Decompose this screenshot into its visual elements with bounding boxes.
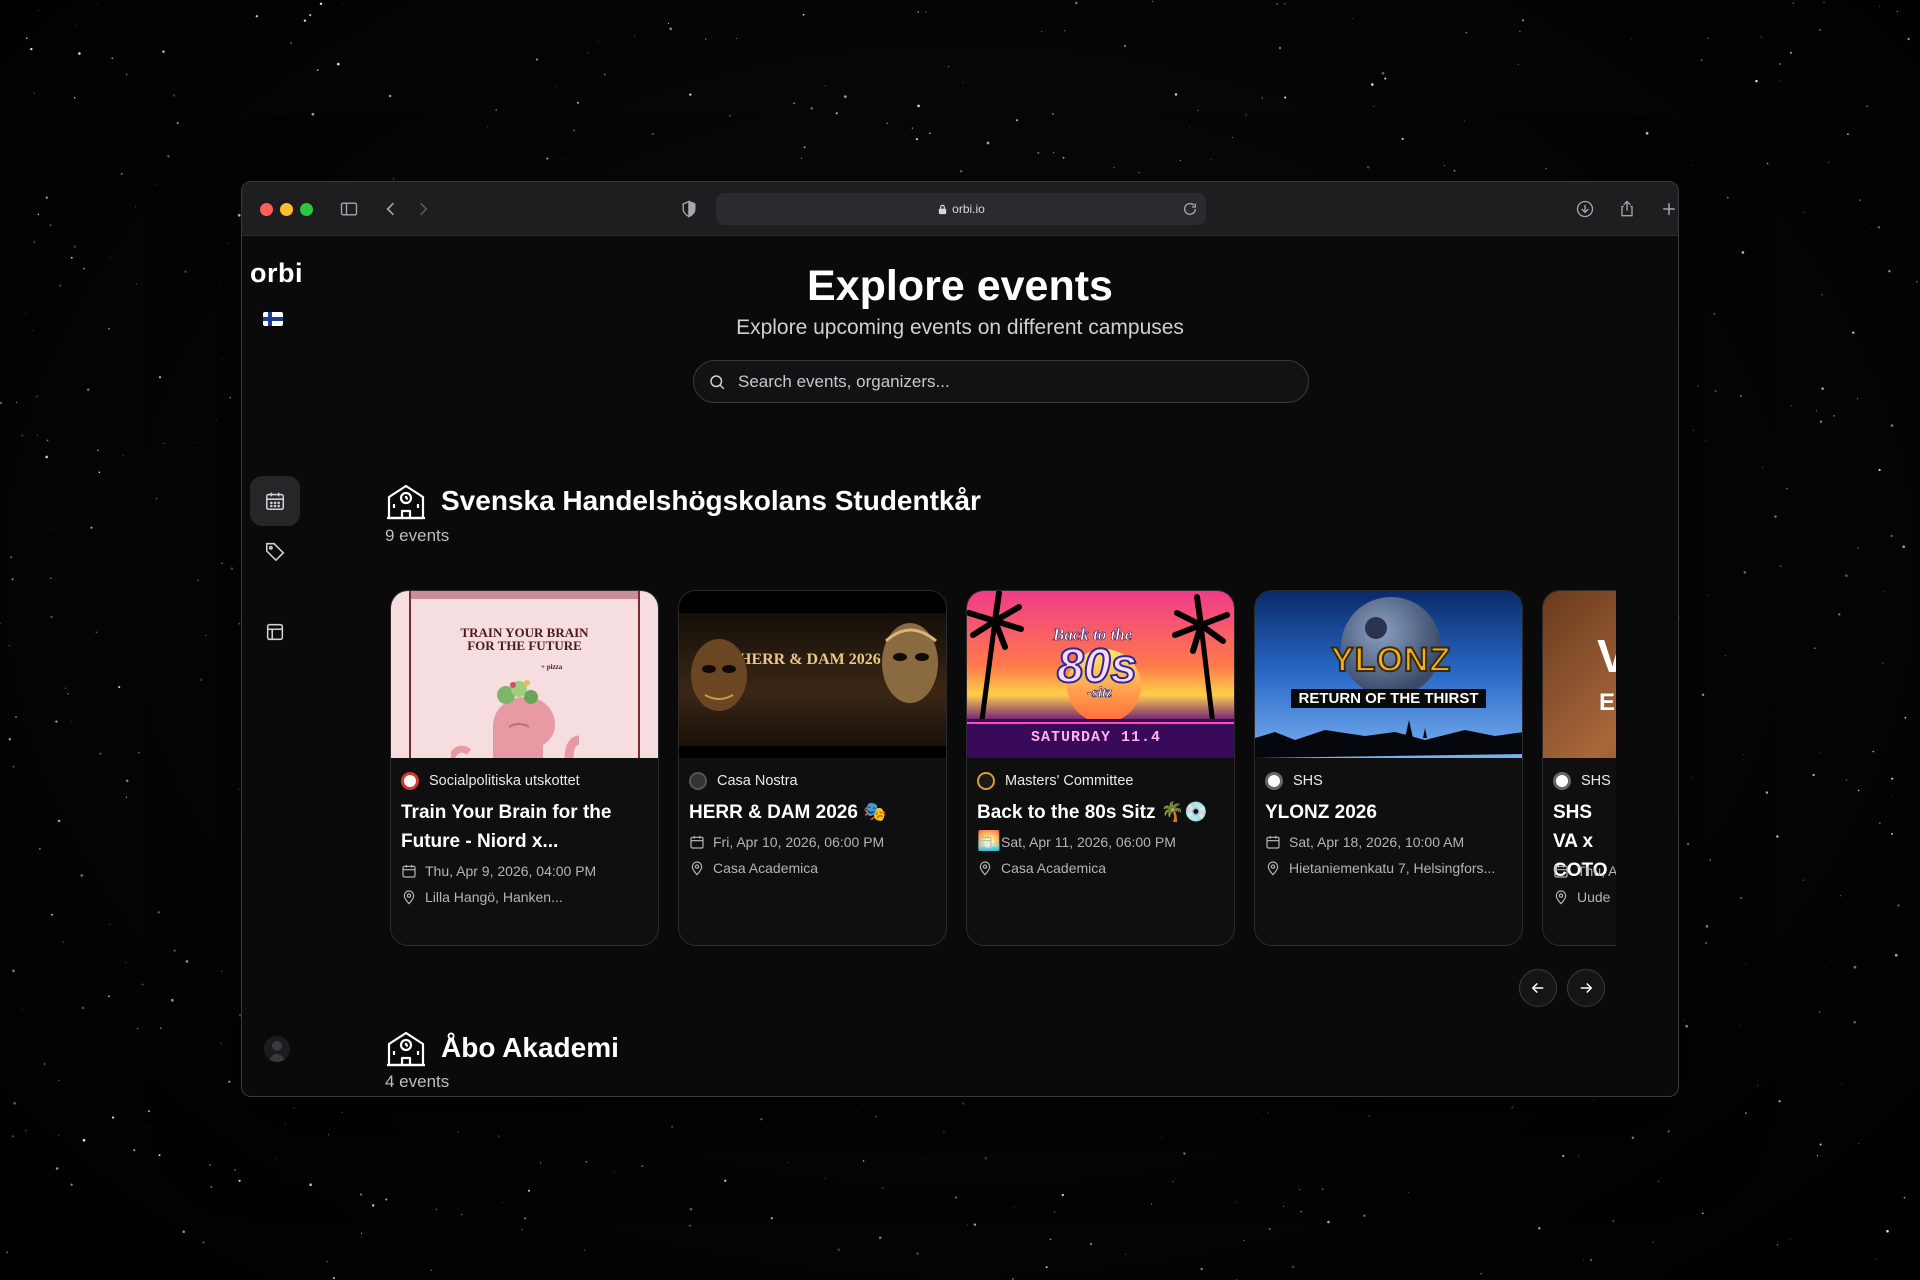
- organizer-name: Socialpolitiska utskottet: [429, 773, 580, 789]
- organizer: Masters' Committee: [977, 772, 1133, 790]
- event-card[interactable]: HERR & DAM 2026 Casa Nostra HERR & DAM 2…: [678, 590, 947, 946]
- search-input[interactable]: [738, 371, 1278, 392]
- image-headline-2: FOR THE FUTURE: [467, 638, 582, 653]
- image-headline: YLONZ: [1330, 640, 1452, 680]
- event-image: Back to the 80s -sitz SATURDAY 11.4: [967, 591, 1234, 758]
- image-tagline: + pizza: [541, 663, 563, 671]
- tag-icon: [265, 542, 285, 562]
- campus-section-header: Svenska Handelshögskolans Studentkår: [385, 480, 981, 522]
- carousel-next-button[interactable]: [1567, 969, 1605, 1007]
- arrow-right-icon: [1580, 982, 1593, 994]
- event-card[interactable]: V E SHS SHS VA x COTO Thu, A Uude: [1542, 590, 1616, 946]
- url-text: orbi.io: [952, 202, 985, 216]
- calendar-icon: [978, 836, 992, 849]
- campus-section-header: Åbo Akademi: [385, 1027, 619, 1069]
- search-icon: [710, 374, 725, 389]
- event-location: Casa Academica: [689, 860, 818, 876]
- event-count: 9 events: [385, 526, 450, 545]
- minimize-window-button[interactable]: [280, 203, 293, 216]
- organizer-name: Masters' Committee: [1005, 773, 1134, 789]
- event-date: Sat, Apr 11, 2026, 06:00 PM: [977, 834, 1176, 850]
- page-content: orbi Explore events Explore upcoming eve…: [242, 236, 1678, 1096]
- event-title: YLONZ 2026: [1265, 802, 1377, 823]
- event-date: Fri, Apr 10, 2026, 06:00 PM: [689, 834, 884, 850]
- event-location: Hietaniemenkatu 7, Helsingfors...: [1265, 860, 1495, 876]
- calendar-icon: [1266, 836, 1280, 849]
- page-title: Explore events: [807, 262, 1113, 310]
- new-tab-icon[interactable]: [1656, 196, 1678, 222]
- lock-icon: [938, 204, 947, 214]
- image-tagline: RETURN OF THE THIRST: [1291, 689, 1486, 708]
- location-pin-icon: [1267, 861, 1279, 876]
- calendar-icon: [1554, 865, 1568, 878]
- organizer: Socialpolitiska utskottet: [401, 772, 580, 790]
- event-card[interactable]: Back to the 80s -sitz SATURDAY 11.4 Mast…: [966, 590, 1235, 946]
- location-pin-icon: [691, 861, 703, 876]
- downloads-icon[interactable]: [1572, 196, 1598, 222]
- search-bar[interactable]: [693, 360, 1309, 403]
- close-window-button[interactable]: [260, 203, 273, 216]
- event-location: Uude: [1553, 889, 1610, 905]
- image-headline-2: E: [1599, 689, 1616, 716]
- image-headline-1: V: [1597, 629, 1616, 683]
- organizer-logo-icon: [401, 772, 419, 790]
- organizer-name: SHS: [1581, 773, 1611, 789]
- event-count: 4 events: [385, 1072, 450, 1091]
- event-date: Sat, Apr 18, 2026, 10:00 AM: [1265, 834, 1464, 850]
- zoom-window-button[interactable]: [300, 203, 313, 216]
- location-pin-icon: [1555, 890, 1567, 905]
- organizer-name: Casa Nostra: [717, 773, 798, 789]
- event-image: TRAIN YOUR BRAIN FOR THE FUTURE + pizza: [391, 591, 658, 758]
- school-building-icon: [387, 484, 425, 520]
- organizer-logo-icon: [1265, 772, 1283, 790]
- event-image: YLONZ RETURN OF THE THIRST: [1255, 591, 1522, 758]
- event-location: Casa Academica: [977, 860, 1106, 876]
- organizer: SHS: [1553, 772, 1611, 790]
- location-pin-icon: [403, 890, 415, 905]
- organizer-logo-icon: [689, 772, 707, 790]
- event-date: Thu, A: [1553, 863, 1616, 879]
- browser-toolbar: orbi.io: [242, 182, 1678, 236]
- location-pin-icon: [979, 861, 991, 876]
- organizer-logo-icon: [1553, 772, 1571, 790]
- event-title: Train Your Brain for the Future - Niord …: [401, 802, 612, 852]
- reload-icon[interactable]: [1182, 201, 1198, 217]
- browser-window: orbi.io orbi Explore events Explore upco…: [241, 181, 1679, 1097]
- organizer: Casa Nostra: [689, 772, 798, 790]
- organizer: SHS: [1265, 772, 1323, 790]
- arrow-left-icon: [1531, 982, 1544, 994]
- sidebar-toggle-icon[interactable]: [336, 196, 362, 222]
- carousel-clip: V E SHS SHS VA x COTO Thu, A Uude: [1542, 576, 1616, 956]
- forward-icon[interactable]: [410, 196, 436, 222]
- event-card[interactable]: TRAIN YOUR BRAIN FOR THE FUTURE + pizza …: [390, 590, 659, 946]
- event-date: Thu, Apr 9, 2026, 04:00 PM: [401, 863, 596, 879]
- school-building-icon: [387, 1031, 425, 1067]
- campus-section-title[interactable]: Svenska Handelshögskolans Studentkår: [441, 485, 981, 517]
- address-bar[interactable]: orbi.io: [716, 193, 1206, 225]
- event-card[interactable]: YLONZ RETURN OF THE THIRST SHS YLONZ 202…: [1254, 590, 1523, 946]
- calendar-icon: [265, 492, 285, 511]
- organizer-logo-icon: [977, 772, 995, 790]
- carousel-prev-button[interactable]: [1519, 969, 1557, 1007]
- event-image: HERR & DAM 2026: [679, 591, 946, 758]
- image-headline-3: -sitz: [1087, 685, 1113, 702]
- back-icon[interactable]: [378, 196, 404, 222]
- privacy-shield-icon[interactable]: [676, 196, 702, 222]
- image-headline: HERR & DAM 2026: [739, 651, 881, 668]
- campus-section-title[interactable]: Åbo Akademi: [441, 1032, 619, 1064]
- nav-layout-button[interactable]: [250, 607, 300, 657]
- image-date: SATURDAY 11.4: [1031, 729, 1162, 746]
- event-title: HERR & DAM 2026 🎭: [689, 802, 887, 823]
- user-avatar[interactable]: [264, 1036, 290, 1062]
- nav-events-button[interactable]: [250, 476, 300, 526]
- calendar-icon: [690, 836, 704, 849]
- organizer-name: SHS: [1293, 773, 1323, 789]
- page-subtitle: Explore upcoming events on different cam…: [736, 316, 1184, 339]
- share-icon[interactable]: [1614, 196, 1640, 222]
- calendar-icon: [402, 865, 416, 878]
- event-image: V E: [1543, 591, 1616, 758]
- layout-icon: [266, 623, 284, 641]
- nav-offers-button[interactable]: [250, 526, 300, 576]
- event-location: Lilla Hangö, Hanken...: [401, 889, 563, 905]
